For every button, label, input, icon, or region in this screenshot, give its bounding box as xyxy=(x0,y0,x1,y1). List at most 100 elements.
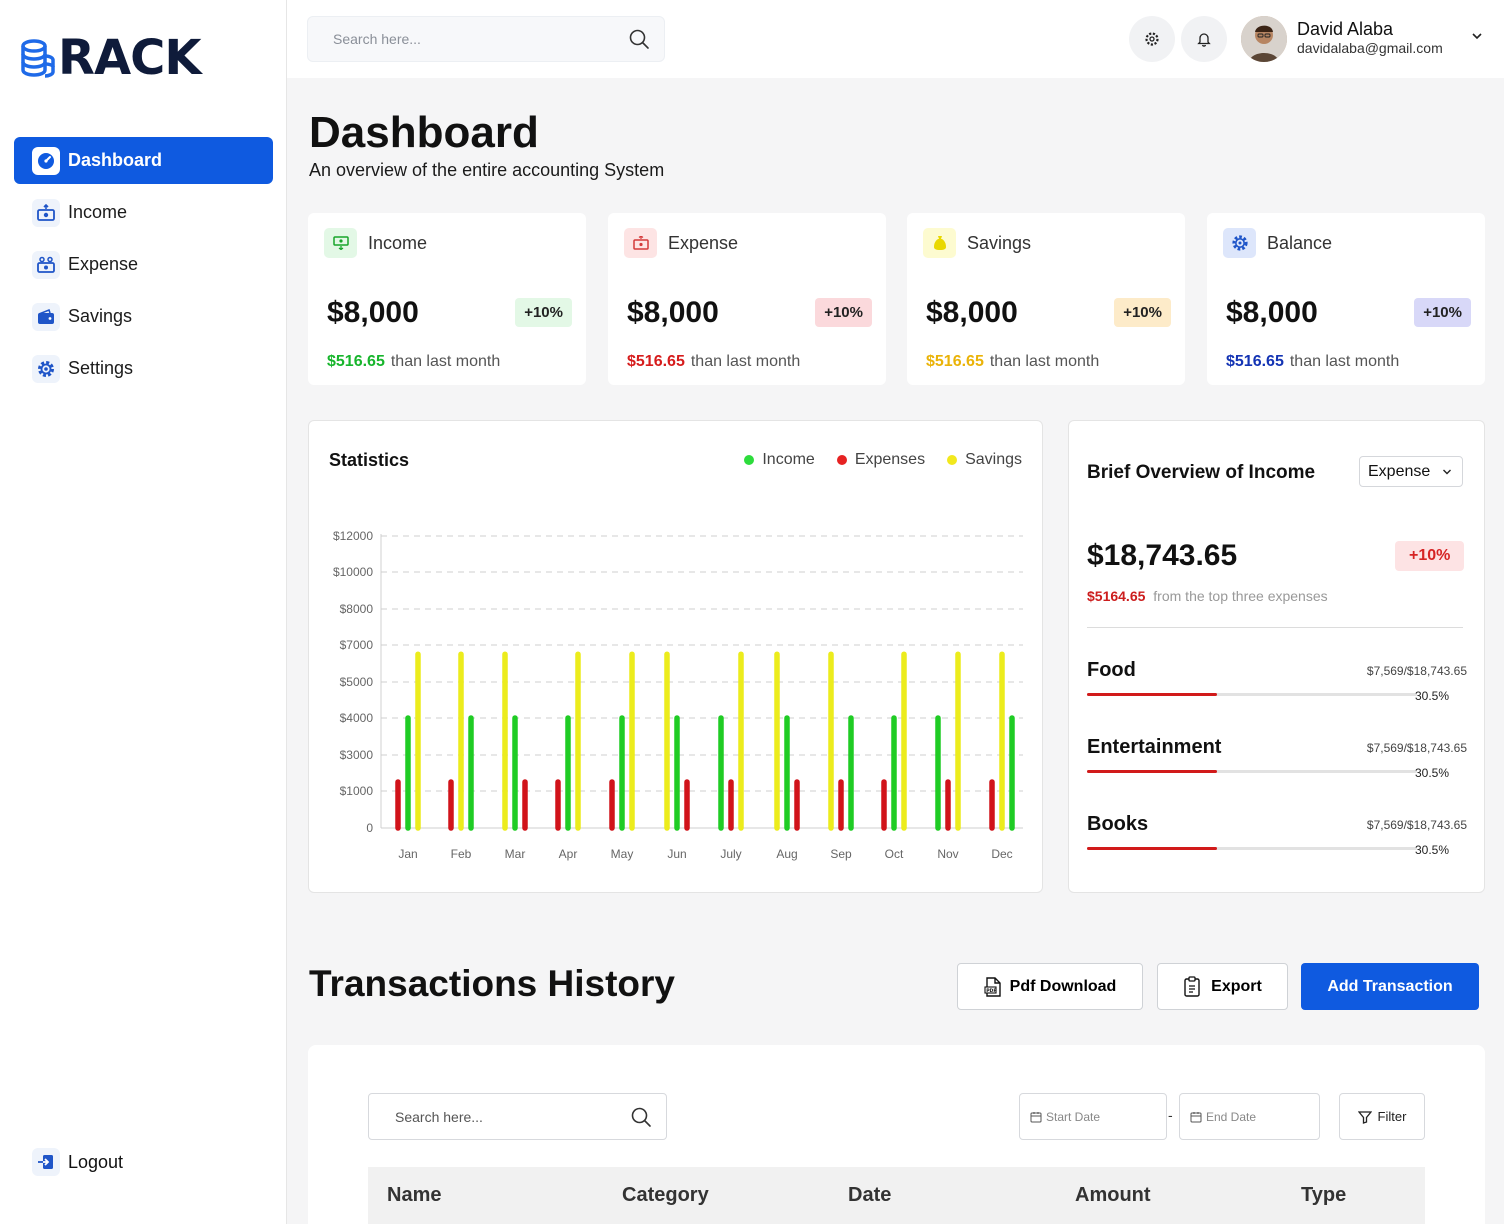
sidebar-item-expense[interactable]: Expense xyxy=(14,241,273,288)
card-value: $8,000 xyxy=(926,296,1018,329)
sidebar-item-label: Expense xyxy=(68,254,139,274)
bell-icon xyxy=(1197,33,1211,47)
filter-icon xyxy=(1357,1110,1372,1124)
category-percent: 30.5% xyxy=(1414,766,1449,780)
y-tick-label: $1000 xyxy=(340,784,374,798)
category-food: Food $7,569/$18,743.65 30.5% xyxy=(1087,659,1467,719)
gear-icon xyxy=(1145,32,1159,46)
transactions-search[interactable] xyxy=(368,1093,667,1140)
sidebar-item-settings[interactable]: Settings xyxy=(14,345,273,392)
column-name: Name xyxy=(387,1184,442,1206)
dashboard-icon xyxy=(32,146,60,175)
card-delta: $516.65 xyxy=(1226,353,1284,370)
category-name: Entertainment xyxy=(1087,736,1222,758)
card-value: $8,000 xyxy=(627,296,719,329)
sidebar-item-income[interactable]: Income xyxy=(14,189,273,236)
legend-label: Expenses xyxy=(854,451,926,468)
y-tick-label: $10000 xyxy=(333,565,373,579)
card-badge: +10% xyxy=(815,298,872,327)
search-input[interactable] xyxy=(333,31,628,47)
expense-icon xyxy=(624,228,657,258)
x-tick-label: Mar xyxy=(505,847,526,861)
category-name: Food xyxy=(1087,659,1136,681)
card-value: $8,000 xyxy=(1226,296,1318,329)
chevron-down-icon[interactable] xyxy=(1471,30,1483,42)
card-badge: +10% xyxy=(515,298,572,327)
end-date-field[interactable]: End Date xyxy=(1179,1093,1320,1140)
brief-overview-panel: Brief Overview of Income Expense $18,743… xyxy=(1068,420,1485,893)
end-date-label: End Date xyxy=(1206,1109,1257,1124)
category-ratio: $7,569/$18,743.65 xyxy=(1366,741,1467,755)
pdf-icon: PDF xyxy=(984,976,1001,997)
card-badge: +10% xyxy=(1114,298,1171,327)
transactions-title: Transactions History xyxy=(309,963,676,1004)
brief-type-select[interactable]: Expense xyxy=(1359,456,1463,487)
category-ratio: $7,569/$18,743.65 xyxy=(1366,818,1467,832)
add-transaction-button[interactable]: Add Transaction xyxy=(1301,963,1479,1010)
start-date-field[interactable]: Start Date xyxy=(1019,1093,1167,1140)
sidebar-item-dashboard[interactable]: Dashboard xyxy=(14,137,273,184)
expense-icon xyxy=(32,250,60,279)
date-separator: - xyxy=(1168,1107,1173,1123)
calendar-icon xyxy=(1030,1111,1042,1122)
brand-logo[interactable]: RACK xyxy=(20,34,202,82)
category-percent: 30.5% xyxy=(1414,843,1449,857)
page-title: Dashboard xyxy=(309,108,539,157)
user-avatar-icon xyxy=(1241,16,1287,62)
avatar[interactable] xyxy=(1241,16,1287,62)
search-icon xyxy=(631,1107,651,1127)
sidebar: RACK Dashboard Income Expense Savings Se… xyxy=(0,0,287,1224)
pdf-download-button[interactable]: PDF Pdf Download xyxy=(957,963,1143,1010)
card-foot-text: than last month xyxy=(390,353,501,370)
income-card: Income $8,000 +10% $516.65 than last mont… xyxy=(308,213,586,385)
statistics-chart: 0 $1000 $3000 $4000 $5000 $7000 $8000 $10000 $12… xyxy=(333,529,1023,861)
sidebar-item-savings[interactable]: Savings xyxy=(14,293,273,340)
y-tick-label: $7000 xyxy=(340,638,374,652)
x-tick-label: July xyxy=(720,847,741,861)
search-bar[interactable] xyxy=(307,16,665,62)
card-delta: $516.65 xyxy=(926,353,984,370)
card-foot-text: than last month xyxy=(690,353,801,370)
export-icon xyxy=(1184,975,1200,997)
transactions-search-input[interactable] xyxy=(395,1108,630,1125)
expense-card: Expense $8,000 +10% $516.65 than last mon… xyxy=(608,213,886,385)
sidebar-item-label: Income xyxy=(68,202,128,222)
card-badge: +10% xyxy=(1414,298,1471,327)
progress-fill xyxy=(1087,770,1218,773)
notifications-button[interactable] xyxy=(1181,16,1227,62)
balance-card: Balance $8,000 +10% $516.65 than last mon… xyxy=(1207,213,1485,385)
legend-dot xyxy=(744,455,755,465)
pdf-download-label: Pdf Download xyxy=(1009,977,1117,995)
svg-text:PDF: PDF xyxy=(986,988,996,994)
logout-label: Logout xyxy=(68,1151,124,1172)
settings-button[interactable] xyxy=(1129,16,1175,62)
filter-button[interactable]: Filter xyxy=(1339,1093,1425,1140)
brief-badge: +10% xyxy=(1395,541,1465,571)
card-footer: $516.65 than last month xyxy=(1226,353,1399,371)
legend-label: Income xyxy=(762,451,815,468)
logout-button[interactable]: Logout xyxy=(32,1148,123,1176)
filter-label: Filter xyxy=(1377,1109,1407,1124)
x-tick-label: May xyxy=(611,847,634,861)
column-category: Category xyxy=(622,1184,709,1206)
logout-icon xyxy=(32,1148,60,1176)
card-title: Balance xyxy=(1267,233,1333,253)
calendar-icon xyxy=(1190,1111,1202,1122)
top-header: David Alaba davidalaba@gmail.com xyxy=(287,0,1504,78)
statistics-panel: 0 $1000 $3000 $4000 $5000 $7000 $8000 $10000 $12… xyxy=(308,420,1043,893)
legend-dot xyxy=(836,455,847,465)
progress-track xyxy=(1087,770,1417,773)
legend-label: Savings xyxy=(965,451,1022,468)
statistics-title: Statistics xyxy=(329,450,410,470)
card-delta: $516.65 xyxy=(327,353,385,370)
card-foot-text: than last month xyxy=(1289,353,1400,370)
progress-track xyxy=(1087,693,1417,696)
export-button[interactable]: Export xyxy=(1157,963,1288,1010)
brief-footer: $5164.65 from the top three expenses xyxy=(1087,588,1328,604)
income-icon xyxy=(32,198,60,227)
legend-item-savings: Savings xyxy=(947,451,1022,469)
gear-icon xyxy=(1223,228,1256,258)
start-date-label: Start Date xyxy=(1046,1109,1101,1124)
y-tick-label: 0 xyxy=(366,821,373,835)
y-tick-label: $12000 xyxy=(333,529,373,543)
